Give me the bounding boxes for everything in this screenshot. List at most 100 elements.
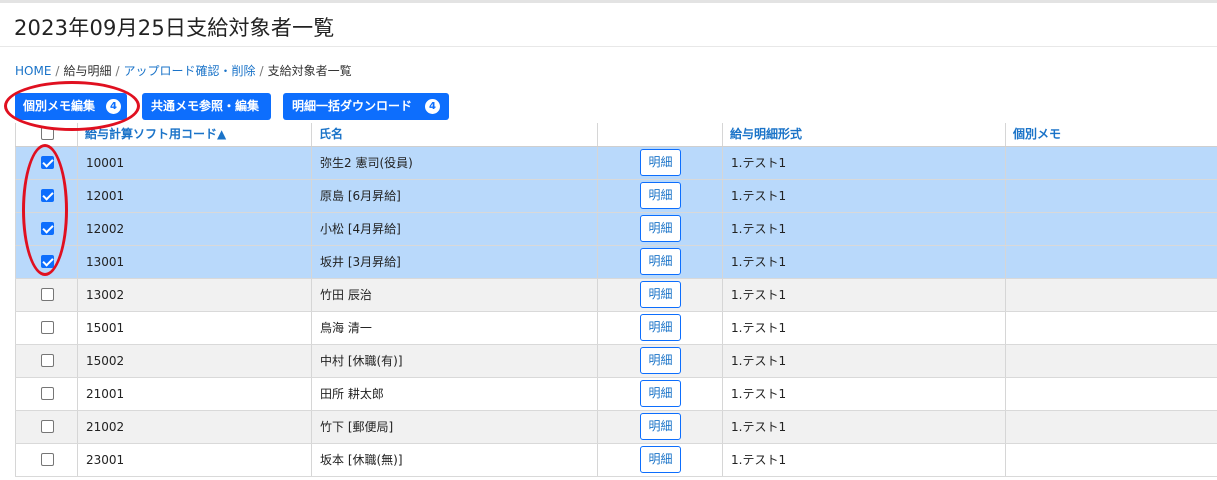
format-cell: 1.テスト1 [722,147,1005,179]
table-row[interactable]: 13002 竹田 辰治 明細 1.テスト1 [15,279,1217,312]
row-checkbox[interactable] [41,321,54,334]
table-row[interactable]: 21001 田所 耕太郎 明細 1.テスト1 [15,378,1217,411]
format-cell: 1.テスト1 [722,246,1005,278]
table-row[interactable]: 21002 竹下 [郵便局] 明細 1.テスト1 [15,411,1217,444]
detail-button[interactable]: 明細 [640,413,681,440]
row-checkbox[interactable] [41,420,54,433]
row-checkbox[interactable] [41,288,54,301]
select-cell [15,312,77,344]
code-cell: 15002 [77,345,311,377]
detail-cell: 明細 [597,180,722,212]
format-cell: 1.テスト1 [722,312,1005,344]
header-code[interactable]: 給与計算ソフト用コード▲ [77,123,311,146]
row-checkbox[interactable] [41,156,54,169]
select-cell [15,147,77,179]
memo-cell[interactable] [1005,147,1217,179]
detail-cell: 明細 [597,279,722,311]
detail-cell: 明細 [597,246,722,278]
code-cell: 13001 [77,246,311,278]
code-cell: 21001 [77,378,311,410]
detail-button[interactable]: 明細 [640,281,681,308]
table-row[interactable]: 12002 小松 [4月昇給] 明細 1.テスト1 [15,213,1217,246]
table-row[interactable]: 15001 鳥海 清一 明細 1.テスト1 [15,312,1217,345]
row-checkbox[interactable] [41,453,54,466]
name-cell: 田所 耕太郎 [311,378,597,410]
format-cell: 1.テスト1 [722,213,1005,245]
code-cell: 10001 [77,147,311,179]
table-row[interactable]: 10001 弥生2 憲司(役員) 明細 1.テスト1 [15,147,1217,180]
memo-cell[interactable] [1005,279,1217,311]
table-row[interactable]: 13001 坂井 [3月昇給] 明細 1.テスト1 [15,246,1217,279]
breadcrumb-payslip: 給与明細 [63,64,112,78]
select-cell [15,345,77,377]
code-cell: 13002 [77,279,311,311]
table-header: 給与計算ソフト用コード▲ 氏名 給与明細形式 個別メモ [15,123,1217,147]
format-cell: 1.テスト1 [722,345,1005,377]
code-cell: 21002 [77,411,311,443]
detail-cell: 明細 [597,378,722,410]
table-row[interactable]: 15002 中村 [休職(有)] 明細 1.テスト1 [15,345,1217,378]
breadcrumb-separator: / [115,64,120,78]
bulk-download-button[interactable]: 明細一括ダウンロード 4 [283,93,449,120]
row-checkbox[interactable] [41,354,54,367]
select-cell [15,180,77,212]
detail-button[interactable]: 明細 [640,347,681,374]
detail-button[interactable]: 明細 [640,182,681,209]
format-cell: 1.テスト1 [722,444,1005,476]
name-cell: 中村 [休職(有)] [311,345,597,377]
breadcrumb-home-link[interactable]: HOME [15,64,51,78]
detail-button[interactable]: 明細 [640,446,681,473]
breadcrumb-upload-link[interactable]: アップロード確認・削除 [124,64,256,78]
table-row[interactable]: 23001 坂本 [休職(無)] 明細 1.テスト1 [15,444,1217,477]
memo-cell[interactable] [1005,345,1217,377]
detail-button[interactable]: 明細 [640,380,681,407]
detail-cell: 明細 [597,345,722,377]
select-cell [15,444,77,476]
name-cell: 鳥海 清一 [311,312,597,344]
detail-button[interactable]: 明細 [640,314,681,341]
memo-edit-count-badge: 4 [106,99,121,114]
table-row[interactable]: 12001 原島 [6月昇給] 明細 1.テスト1 [15,180,1217,213]
name-cell: 竹田 辰治 [311,279,597,311]
detail-cell: 明細 [597,147,722,179]
breadcrumb-separator: / [55,64,60,78]
row-checkbox[interactable] [41,189,54,202]
page-title: 2023年09月25日支給対象者一覧 [14,16,335,40]
code-cell: 23001 [77,444,311,476]
detail-cell: 明細 [597,444,722,476]
breadcrumb-separator: / [259,64,264,78]
memo-cell[interactable] [1005,444,1217,476]
name-cell: 竹下 [郵便局] [311,411,597,443]
memo-cell[interactable] [1005,411,1217,443]
detail-button[interactable]: 明細 [640,215,681,242]
header-name[interactable]: 氏名 [311,123,597,146]
memo-cell[interactable] [1005,378,1217,410]
memo-edit-button[interactable]: 個別メモ編集 4 [15,93,127,120]
select-cell [15,279,77,311]
memo-cell[interactable] [1005,180,1217,212]
bulk-download-label: 明細一括ダウンロード [292,99,413,113]
name-cell: 小松 [4月昇給] [311,213,597,245]
code-cell: 12002 [77,213,311,245]
memo-cell[interactable] [1005,312,1217,344]
row-checkbox[interactable] [41,387,54,400]
name-cell: 坂井 [3月昇給] [311,246,597,278]
select-all-checkbox[interactable] [41,127,54,140]
memo-cell[interactable] [1005,213,1217,245]
header-memo[interactable]: 個別メモ [1005,123,1217,146]
detail-cell: 明細 [597,312,722,344]
header-detail [597,123,722,146]
name-cell: 原島 [6月昇給] [311,180,597,212]
row-checkbox[interactable] [41,222,54,235]
code-cell: 12001 [77,180,311,212]
detail-button[interactable]: 明細 [640,248,681,275]
row-checkbox[interactable] [41,255,54,268]
format-cell: 1.テスト1 [722,378,1005,410]
breadcrumb: HOME / 給与明細 / アップロード確認・削除 / 支給対象者一覧 [15,62,352,79]
header-format[interactable]: 給与明細形式 [722,123,1005,146]
memo-edit-label: 個別メモ編集 [23,99,96,113]
detail-button[interactable]: 明細 [640,149,681,176]
select-cell [15,213,77,245]
common-memo-button[interactable]: 共通メモ参照・編集 [142,93,271,120]
memo-cell[interactable] [1005,246,1217,278]
